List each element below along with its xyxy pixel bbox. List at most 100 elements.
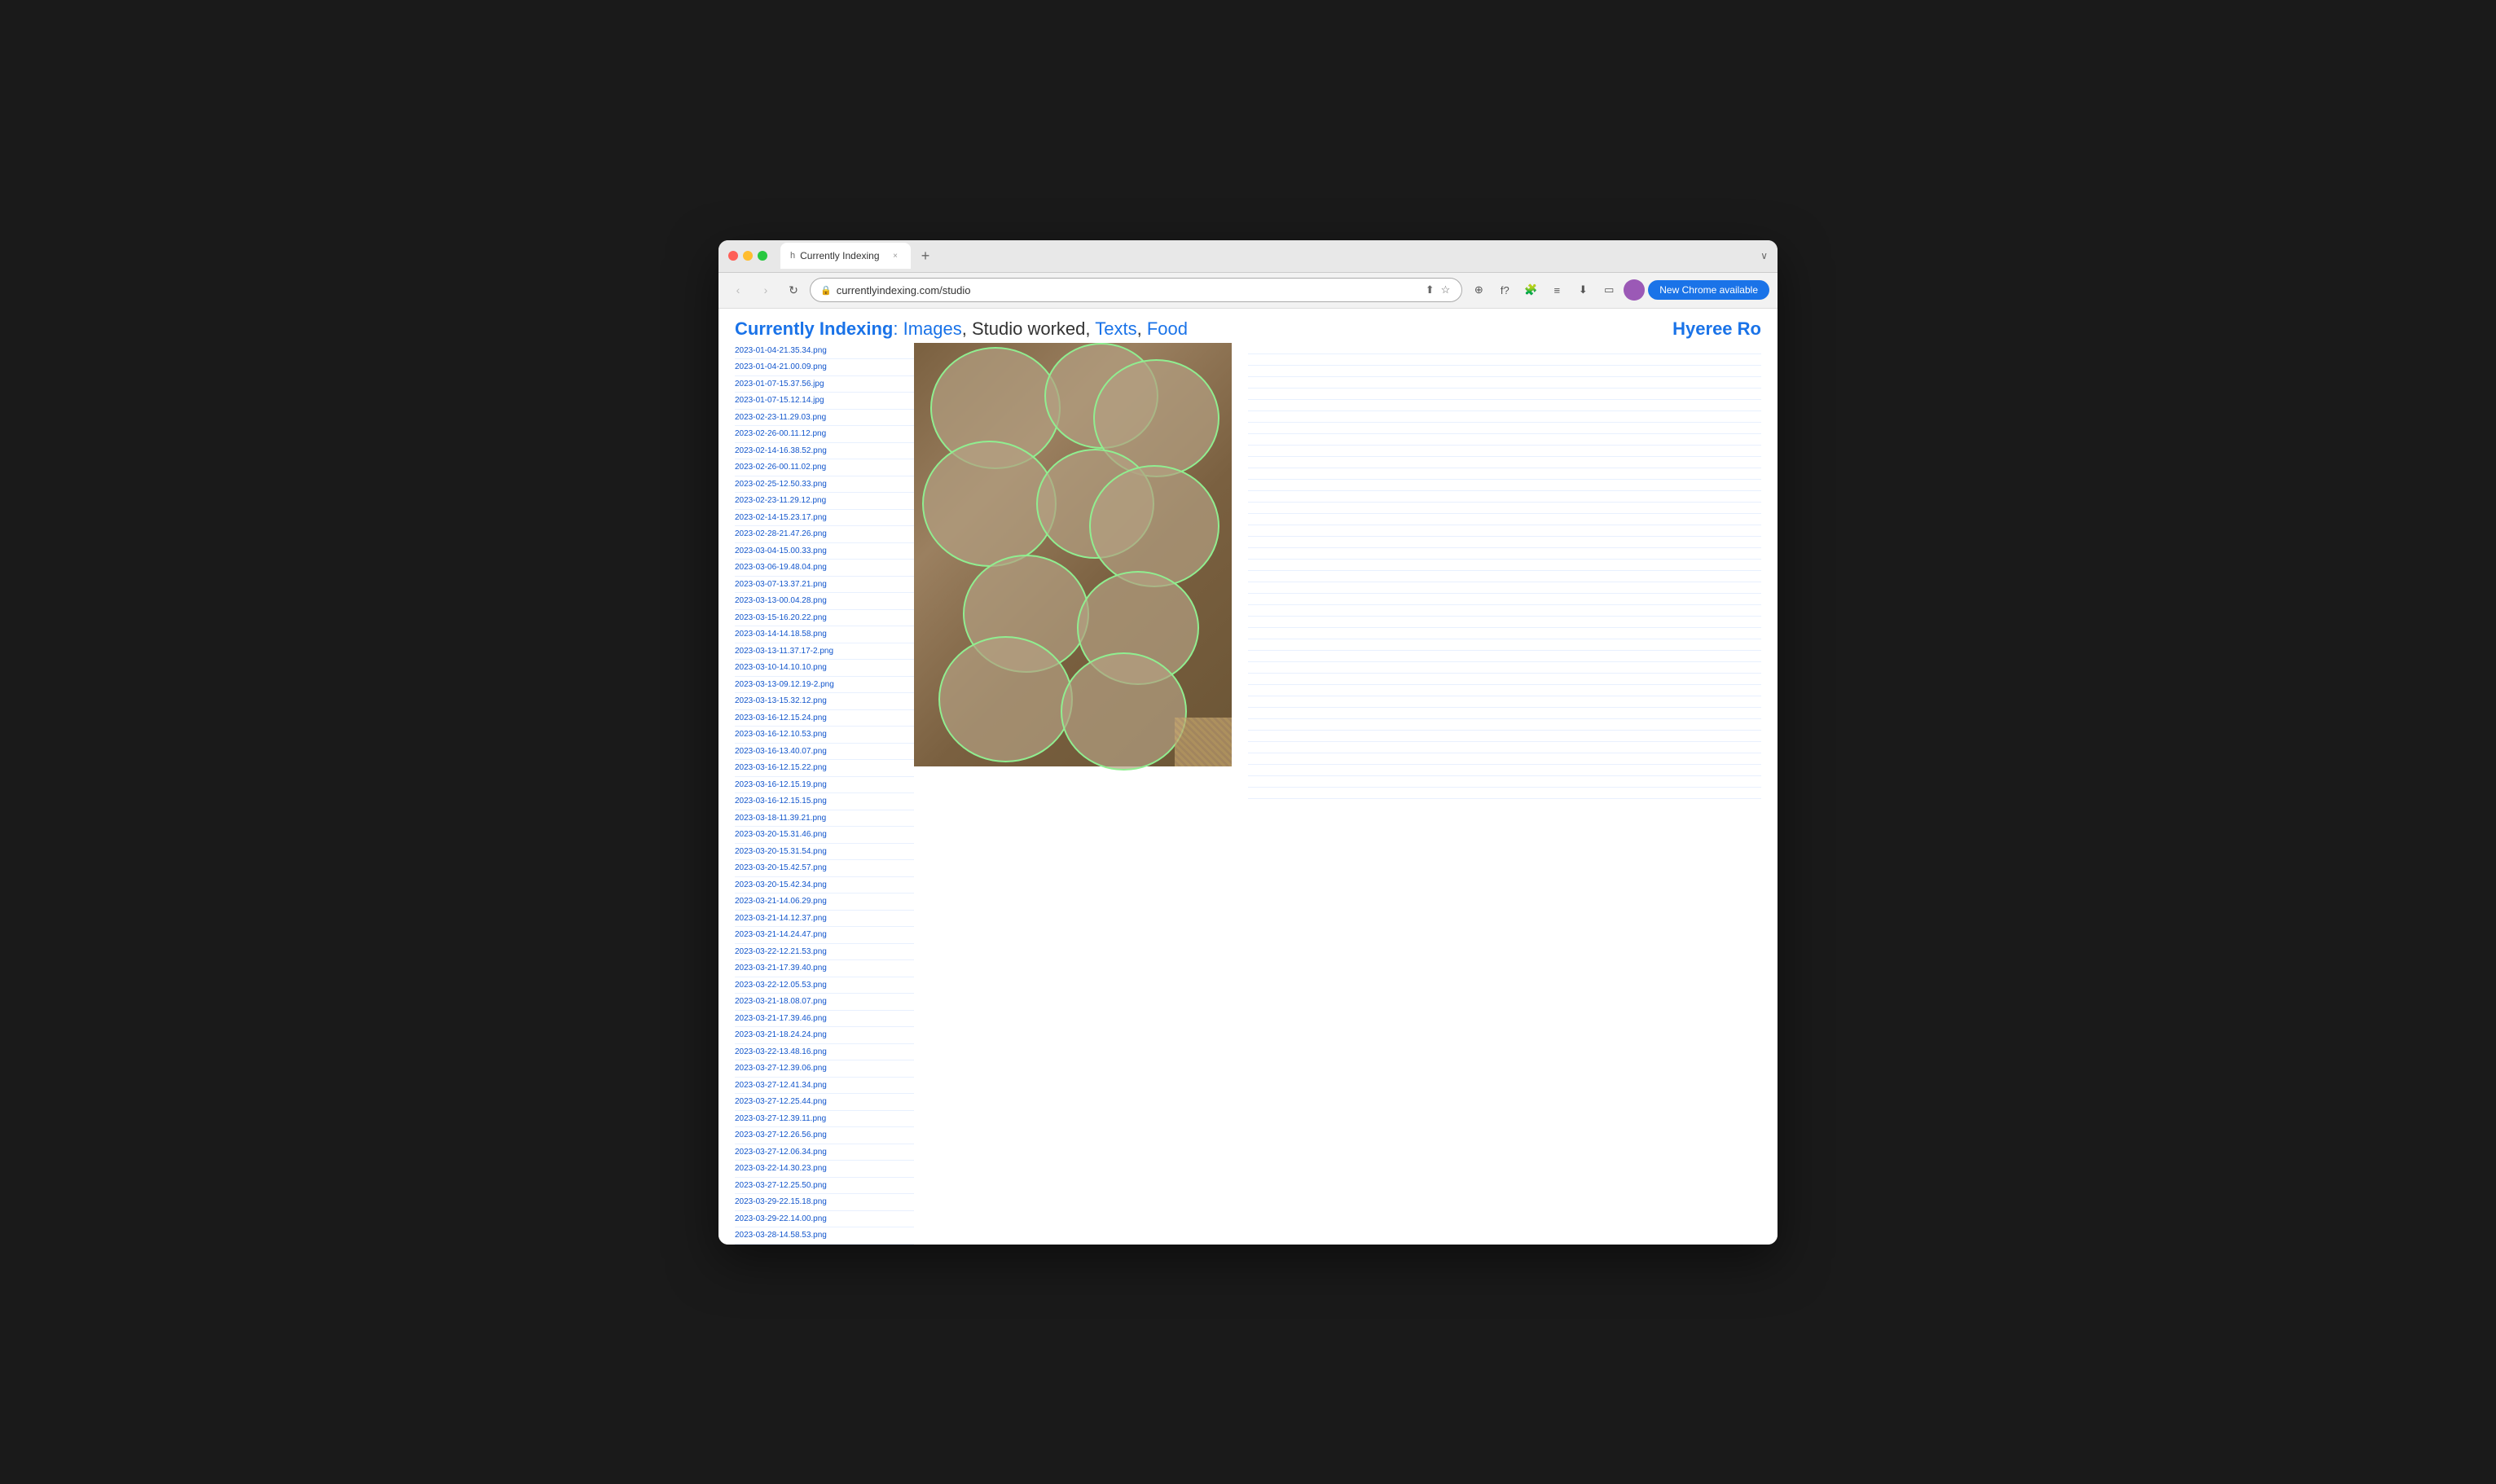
file-item[interactable]: 2023-03-27-12.41.34.png xyxy=(735,1078,914,1095)
profile-button[interactable] xyxy=(1624,279,1645,301)
file-item[interactable]: 2023-03-27-12.06.34.png xyxy=(735,1144,914,1161)
file-item[interactable]: 2023-01-07-15.12.14.jpg xyxy=(735,393,914,410)
file-item[interactable]: 2023-03-21-14.06.29.png xyxy=(735,893,914,911)
file-item[interactable]: 2023-03-10-14.10.10.png xyxy=(735,660,914,677)
bookmark-icon[interactable]: ☆ xyxy=(1439,282,1452,298)
right-file-spacer xyxy=(1248,685,1761,696)
font-button[interactable]: f? xyxy=(1493,279,1516,301)
back-button[interactable]: ‹ xyxy=(727,279,749,301)
file-item[interactable]: 2023-01-07-15.37.56.jpg xyxy=(735,376,914,393)
right-file-spacer xyxy=(1248,571,1761,582)
file-item[interactable]: 2023-03-16-12.15.19.png xyxy=(735,777,914,794)
nav-images-link[interactable]: Images xyxy=(903,318,962,339)
file-item[interactable]: 2023-03-22-13.48.16.png xyxy=(735,1044,914,1061)
file-item[interactable]: 2023-03-13-11.37.17-2.png xyxy=(735,643,914,661)
file-item[interactable]: 2023-01-04-21.00.09.png xyxy=(735,359,914,376)
right-file-spacer xyxy=(1248,411,1761,423)
menu-button[interactable]: ≡ xyxy=(1545,279,1568,301)
right-file-spacer xyxy=(1248,662,1761,674)
file-item[interactable]: 2023-03-15-16.20.22.png xyxy=(735,610,914,627)
file-item[interactable]: 2023-02-23-11.29.12.png xyxy=(735,493,914,510)
file-item[interactable]: 2023-03-21-17.39.40.png xyxy=(735,960,914,977)
right-file-spacer xyxy=(1248,674,1761,685)
file-item[interactable]: 2023-03-16-12.15.24.png xyxy=(735,710,914,727)
new-tab-button[interactable]: + xyxy=(914,244,937,267)
file-item[interactable]: 2023-03-27-12.26.56.png xyxy=(735,1127,914,1144)
file-item[interactable]: 2023-03-13-09.12.19-2.png xyxy=(735,677,914,694)
file-item[interactable]: 2023-03-20-15.31.46.png xyxy=(735,827,914,844)
file-item[interactable]: 2023-03-07-13.37.21.png xyxy=(735,577,914,594)
file-item[interactable]: 2023-03-16-12.15.22.png xyxy=(735,760,914,777)
file-item[interactable]: 2023-03-20-15.31.54.png xyxy=(735,844,914,861)
file-item[interactable]: 2023-03-29-22.15.18.png xyxy=(735,1194,914,1211)
file-item[interactable]: 2023-03-18-11.39.21.png xyxy=(735,810,914,828)
extensions-button[interactable]: ⊕ xyxy=(1467,279,1490,301)
close-tab-button[interactable]: × xyxy=(890,250,901,261)
tab-title-label: Currently Indexing xyxy=(800,250,885,261)
nav-food-link[interactable]: Food xyxy=(1147,318,1188,339)
file-item[interactable]: 2023-03-16-13.40.07.png xyxy=(735,744,914,761)
maximize-window-button[interactable] xyxy=(758,251,767,261)
right-file-spacer xyxy=(1248,400,1761,411)
file-item[interactable]: 2023-02-26-00.11.02.png xyxy=(735,459,914,476)
window-dropdown-icon[interactable]: ∨ xyxy=(1760,250,1768,261)
file-item[interactable]: 2023-03-20-15.42.57.png xyxy=(735,860,914,877)
file-item[interactable]: 2023-03-27-12.25.50.png xyxy=(735,1178,914,1195)
site-name[interactable]: Currently Indexing xyxy=(735,318,893,339)
right-file-spacer xyxy=(1248,594,1761,605)
file-item[interactable]: 2023-03-06-19.48.04.png xyxy=(735,560,914,577)
file-item[interactable]: 2023-03-21-14.24.47.png xyxy=(735,927,914,944)
address-bar[interactable]: 🔒 currentlyindexing.com/studio ⬆ ☆ xyxy=(810,278,1462,302)
refresh-button[interactable]: ↻ xyxy=(782,279,805,301)
file-item[interactable]: 2023-02-14-16.38.52.png xyxy=(735,443,914,460)
chrome-update-button[interactable]: New Chrome available xyxy=(1648,280,1769,300)
active-tab[interactable]: h Currently Indexing × xyxy=(780,243,911,269)
image-preview[interactable] xyxy=(914,343,1232,766)
right-file-spacer xyxy=(1248,446,1761,457)
file-item[interactable]: 2023-03-13-00.04.28.png xyxy=(735,593,914,610)
forward-button[interactable]: › xyxy=(754,279,777,301)
file-item[interactable]: 2023-02-25-12.50.33.png xyxy=(735,476,914,494)
file-item[interactable]: 2023-03-14-14.18.58.png xyxy=(735,626,914,643)
file-item[interactable]: 2023-03-21-18.08.07.png xyxy=(735,994,914,1011)
file-item[interactable]: 2023-02-28-21.47.26.png xyxy=(735,526,914,543)
file-item[interactable]: 2023-03-27-12.39.11.png xyxy=(735,1111,914,1128)
file-item[interactable]: 2023-03-16-12.10.53.png xyxy=(735,727,914,744)
file-item[interactable]: 2023-03-21-18.24.24.png xyxy=(735,1027,914,1044)
content-area: 2023-01-04-21.35.34.png2023-01-04-21.00.… xyxy=(718,343,1778,1245)
file-item[interactable]: 2023-03-13-15.32.12.png xyxy=(735,693,914,710)
puzzle-button[interactable]: 🧩 xyxy=(1519,279,1542,301)
file-item[interactable]: 2023-02-23-11.29.03.png xyxy=(735,410,914,427)
file-item[interactable]: 2023-03-20-15.42.34.png xyxy=(735,877,914,894)
right-file-spacer xyxy=(1248,742,1761,753)
nav-texts-link[interactable]: Texts xyxy=(1095,318,1136,339)
share-icon[interactable]: ⬆ xyxy=(1424,282,1436,298)
file-item[interactable]: 2023-03-29-22.14.00.png xyxy=(735,1211,914,1228)
file-item[interactable]: 2023-02-26-00.11.12.png xyxy=(735,426,914,443)
minimize-window-button[interactable] xyxy=(743,251,753,261)
file-item[interactable]: 2023-03-22-14.30.23.png xyxy=(735,1161,914,1178)
file-item[interactable]: 2023-03-22-12.21.53.png xyxy=(735,944,914,961)
title-bar: h Currently Indexing × + ∨ xyxy=(718,240,1778,273)
right-file-spacer xyxy=(1248,605,1761,617)
right-file-spacer xyxy=(1248,457,1761,468)
file-item[interactable]: 2023-03-21-14.12.37.png xyxy=(735,911,914,928)
reading-mode-button[interactable]: ▭ xyxy=(1597,279,1620,301)
right-file-spacer xyxy=(1248,468,1761,480)
file-item[interactable]: 2023-03-16-12.15.15.png xyxy=(735,793,914,810)
right-file-spacer xyxy=(1248,651,1761,662)
file-item[interactable]: 2023-01-04-21.35.34.png xyxy=(735,343,914,360)
file-item[interactable]: 2023-03-04-15.00.33.png xyxy=(735,543,914,560)
file-item[interactable]: 2023-02-14-15.23.17.png xyxy=(735,510,914,527)
file-item[interactable]: 2023-03-27-12.25.44.png xyxy=(735,1094,914,1111)
file-item[interactable]: 2023-03-22-12.05.53.png xyxy=(735,977,914,994)
right-file-spacer xyxy=(1248,366,1761,377)
file-item[interactable]: 2023-03-28-14.58.53.png xyxy=(735,1227,914,1245)
main-area xyxy=(914,343,1761,1245)
right-file-spacer xyxy=(1248,434,1761,446)
close-window-button[interactable] xyxy=(728,251,738,261)
right-file-spacer xyxy=(1248,343,1761,354)
file-item[interactable]: 2023-03-21-17.39.46.png xyxy=(735,1011,914,1028)
file-item[interactable]: 2023-03-27-12.39.06.png xyxy=(735,1060,914,1078)
download-button[interactable]: ⬇ xyxy=(1571,279,1594,301)
